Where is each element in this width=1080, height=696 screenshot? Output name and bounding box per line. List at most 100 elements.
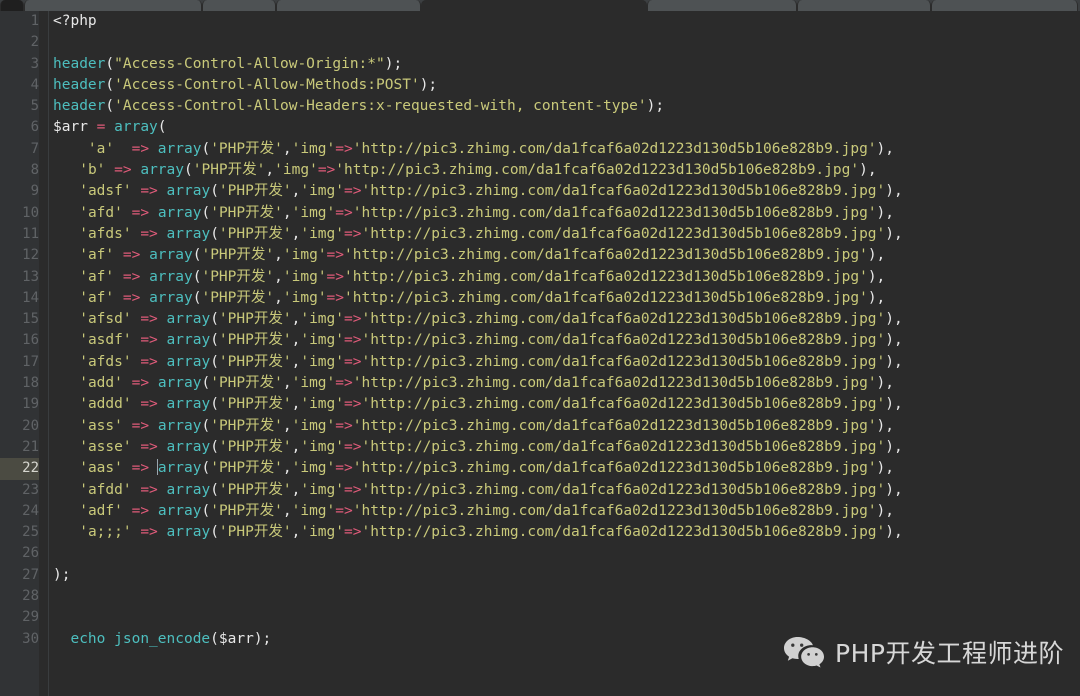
line-number: 6 [30, 119, 39, 136]
line-number: 30 [22, 630, 39, 647]
line-content[interactable]: ); [53, 565, 70, 586]
code-line-23[interactable]: 23 'afdd' => array('PHP开发','img'=>'http:… [0, 480, 1080, 501]
line-number: 10 [22, 204, 39, 221]
code-line-4[interactable]: 4 header('Access-Control-Allow-Methods:PO… [0, 75, 1080, 96]
code-line-28[interactable]: 28 [0, 586, 1080, 607]
code-line-6[interactable]: 6 $arr = array( [0, 117, 1080, 138]
line-number: 5 [30, 98, 39, 115]
code-line-29[interactable]: 29 [0, 607, 1080, 628]
editor-tab-3[interactable] [202, 0, 276, 11]
code-line-10[interactable]: 10 'afd' => array('PHP开发','img'=>'http:/… [0, 203, 1080, 224]
code-line-19[interactable]: 19 'addd' => array('PHP开发','img'=>'http:… [0, 394, 1080, 415]
editor-tab-2[interactable] [24, 0, 202, 11]
editor-tab-6[interactable] [647, 0, 797, 11]
code-line-7[interactable]: 7 'a' => array('PHP开发','img'=>'http://pi… [0, 139, 1080, 160]
editor-tab-8[interactable] [931, 0, 1078, 11]
line-number: 28 [22, 588, 39, 605]
line-content[interactable]: 'afds' => array('PHP开发','img'=>'http://p… [53, 224, 903, 245]
code-line-17[interactable]: 17 'afds' => array('PHP开发','img'=>'http:… [0, 352, 1080, 373]
code-line-22[interactable]: 22 'aas' => array('PHP开发','img'=>'http:/… [0, 458, 1080, 480]
line-content[interactable]: $arr = array( [53, 117, 167, 138]
line-content[interactable]: 'afd' => array('PHP开发','img'=>'http://pi… [53, 203, 894, 224]
code-line-20[interactable]: 20 'ass' => array('PHP开发','img'=>'http:/… [0, 416, 1080, 437]
editor-tab-1[interactable] [0, 0, 24, 11]
line-number: 21 [22, 438, 39, 455]
line-number: 11 [22, 225, 39, 242]
editor-tab-7[interactable] [797, 0, 931, 11]
code-line-2[interactable]: 2 [0, 32, 1080, 53]
line-number: 29 [22, 609, 39, 626]
code-line-21[interactable]: 21 'asse' => array('PHP开发','img'=>'http:… [0, 437, 1080, 458]
line-number: 3 [30, 55, 39, 72]
line-number: 20 [22, 417, 39, 434]
line-content[interactable]: header('Access-Control-Allow-Methods:POS… [53, 75, 437, 96]
editor-tab-4[interactable] [276, 0, 421, 11]
line-content[interactable]: echo json_encode($arr); [53, 629, 271, 650]
line-number: 15 [22, 311, 39, 328]
line-number: 2 [30, 34, 39, 51]
code-line-11[interactable]: 11 'afds' => array('PHP开发','img'=>'http:… [0, 224, 1080, 245]
code-line-18[interactable]: 18 'add' => array('PHP开发','img'=>'http:/… [0, 373, 1080, 394]
code-line-15[interactable]: 15 'afsd' => array('PHP开发','img'=>'http:… [0, 309, 1080, 330]
code-line-1[interactable]: 1 <?php [0, 11, 1080, 32]
line-number: 16 [22, 332, 39, 349]
line-content[interactable]: 'aas' => array('PHP开发','img'=>'http://pi… [53, 458, 894, 479]
code-editor-window: 1 <?php 2 3 header("Access-Control-Allow-Ori… [0, 0, 1080, 696]
line-content[interactable]: 'add' => array('PHP开发','img'=>'http://pi… [53, 373, 894, 394]
editor-tab-bar[interactable] [0, 0, 1080, 11]
line-content[interactable]: 'b' => array('PHP开发','img'=>'http://pic3… [53, 160, 876, 181]
line-content[interactable]: 'af' => array('PHP开发','img'=>'http://pic… [53, 245, 885, 266]
line-number: 23 [22, 481, 39, 498]
line-content[interactable]: 'af' => array('PHP开发','img'=>'http://pic… [53, 267, 885, 288]
line-content[interactable]: 'a' => array('PHP开发','img'=>'http://pic3… [53, 139, 894, 160]
code-line-3[interactable]: 3 header("Access-Control-Allow-Origin:*")… [0, 54, 1080, 75]
code-line-13[interactable]: 13 'af' => array('PHP开发','img'=>'http://… [0, 267, 1080, 288]
code-line-25[interactable]: 25 'a;;;' => array('PHP开发','img'=>'http:… [0, 522, 1080, 543]
line-number: 19 [22, 396, 39, 413]
line-number: 22 [0, 458, 39, 480]
code-line-14[interactable]: 14 'af' => array('PHP开发','img'=>'http://… [0, 288, 1080, 309]
line-content[interactable]: 'afds' => array('PHP开发','img'=>'http://p… [53, 352, 903, 373]
code-line-27[interactable]: 27); [0, 565, 1080, 586]
code-line-26[interactable]: 26 [0, 543, 1080, 564]
line-number: 8 [30, 162, 39, 179]
watermark: PHP开发工程师进阶 [783, 634, 1064, 670]
line-number: 14 [22, 289, 39, 306]
line-number: 27 [22, 566, 39, 583]
line-content[interactable]: 'adf' => array('PHP开发','img'=>'http://pi… [53, 501, 894, 522]
editor-tab-5[interactable] [421, 0, 647, 11]
code-line-5[interactable]: 5 header('Access-Control-Allow-Headers:x-… [0, 96, 1080, 117]
line-number: 24 [22, 502, 39, 519]
line-number: 12 [22, 247, 39, 264]
code-line-16[interactable]: 16 'asdf' => array('PHP开发','img'=>'http:… [0, 330, 1080, 351]
line-content[interactable]: 'a;;;' => array('PHP开发','img'=>'http://p… [53, 522, 903, 543]
line-content[interactable]: 'afdd' => array('PHP开发','img'=>'http://p… [53, 480, 903, 501]
line-number: 25 [22, 524, 39, 541]
line-content[interactable]: 'asse' => array('PHP开发','img'=>'http://p… [53, 437, 903, 458]
wechat-icon [783, 635, 825, 669]
code-line-24[interactable]: 24 'adf' => array('PHP开发','img'=>'http:/… [0, 501, 1080, 522]
line-content[interactable]: header("Access-Control-Allow-Origin:*"); [53, 54, 402, 75]
line-number: 13 [22, 268, 39, 285]
line-number: 17 [22, 353, 39, 370]
line-content[interactable]: 'adsf' => array('PHP开发','img'=>'http://p… [53, 181, 903, 202]
code-line-8[interactable]: 8 'b' => array('PHP开发','img'=>'http://pi… [0, 160, 1080, 181]
code-line-12[interactable]: 12 'af' => array('PHP开发','img'=>'http://… [0, 245, 1080, 266]
line-number: 7 [30, 140, 39, 157]
line-content[interactable]: 'af' => array('PHP开发','img'=>'http://pic… [53, 288, 885, 309]
watermark-text: PHP开发工程师进阶 [835, 639, 1064, 668]
line-content[interactable]: 'addd' => array('PHP开发','img'=>'http://p… [53, 394, 903, 415]
line-number: 9 [30, 183, 39, 200]
line-content[interactable]: <?php [53, 11, 97, 32]
line-content[interactable]: 'asdf' => array('PHP开发','img'=>'http://p… [53, 330, 903, 351]
line-content[interactable]: 'afsd' => array('PHP开发','img'=>'http://p… [53, 309, 903, 330]
line-number: 1 [30, 13, 39, 29]
line-content[interactable]: header('Access-Control-Allow-Headers:x-r… [53, 96, 664, 117]
code-editor-area[interactable]: 1 <?php 2 3 header("Access-Control-Allow-Ori… [0, 11, 1080, 696]
line-number: 4 [30, 76, 39, 93]
code-line-9[interactable]: 9 'adsf' => array('PHP开发','img'=>'http:/… [0, 181, 1080, 202]
line-number: 18 [22, 375, 39, 392]
line-number: 26 [22, 545, 39, 562]
line-content[interactable]: 'ass' => array('PHP开发','img'=>'http://pi… [53, 416, 894, 437]
code-lines-container[interactable]: 1 <?php 2 3 header("Access-Control-Allow-Ori… [0, 11, 1080, 650]
